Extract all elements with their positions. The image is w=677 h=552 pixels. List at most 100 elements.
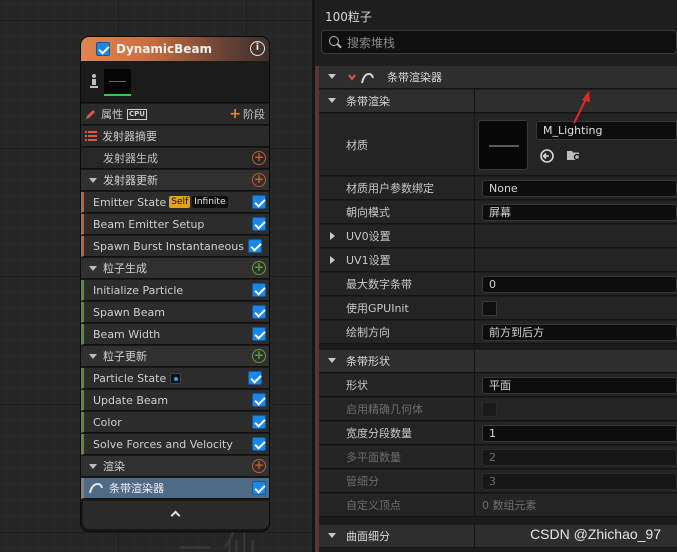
stage-particle-update[interactable]: 粒子更新 + [81, 346, 269, 367]
section-label: 条带形状 [346, 355, 390, 368]
collapse-icon[interactable] [328, 533, 336, 538]
module-color[interactable]: Color [81, 412, 269, 433]
module-update-beam[interactable]: Update Beam [81, 390, 269, 411]
module-enabled-checkbox[interactable] [248, 371, 262, 385]
category-label: 条带渲染器 [387, 71, 442, 84]
emitter-enabled-checkbox[interactable] [96, 42, 110, 56]
collapse-icon[interactable] [89, 463, 97, 469]
stage-label: 发射器生成 [103, 152, 158, 165]
section-ribbon-rendering[interactable]: 条带渲染 [319, 90, 677, 113]
module-enabled-checkbox[interactable] [252, 327, 266, 341]
module-solve-forces[interactable]: Solve Forces and Velocity [81, 434, 269, 455]
module-initialize-particle[interactable]: Initialize Particle [81, 280, 269, 301]
collapse-icon[interactable] [89, 265, 97, 271]
module-spawn-burst[interactable]: Spawn Burst Instantaneous [81, 236, 269, 257]
multiplane-count-input[interactable]: 2 [482, 449, 677, 466]
accurate-geometry-checkbox[interactable] [482, 402, 497, 417]
add-module-button[interactable]: + [252, 261, 266, 275]
module-enabled-checkbox[interactable] [252, 305, 266, 319]
list-icon [85, 131, 97, 141]
property-uv1-settings[interactable]: UV1设置 [319, 249, 677, 272]
search-icon [329, 36, 341, 48]
property-label: 启用精确几何体 [346, 403, 423, 416]
collapse-node-button[interactable] [83, 501, 269, 529]
info-icon[interactable]: i [250, 41, 265, 56]
ribbon-icon [89, 482, 103, 494]
expand-icon[interactable] [330, 256, 335, 264]
tube-subdivisions-input[interactable]: 3 [482, 473, 677, 490]
stage-label: 粒子生成 [103, 262, 147, 275]
property-label: 多平面数量 [346, 451, 401, 464]
material-thumbnail[interactable] [478, 120, 528, 170]
width-segmentation-input[interactable]: 1 [482, 425, 677, 442]
collapse-icon[interactable] [328, 358, 336, 363]
module-enabled-checkbox[interactable] [252, 217, 266, 231]
renderer-label: 条带渲染器 [109, 482, 164, 495]
module-enabled-checkbox[interactable] [252, 393, 266, 407]
property-custom-vertices: 自定义顶点 0 数组元素 [319, 494, 677, 517]
collapse-icon[interactable] [328, 74, 336, 79]
renderer-ribbon[interactable]: 条带渲染器 [81, 478, 269, 499]
module-particle-state[interactable]: Particle State [81, 368, 269, 389]
add-module-button[interactable]: + [252, 151, 266, 165]
module-enabled-checkbox[interactable] [248, 239, 262, 253]
max-ribbons-input[interactable]: 0 [482, 276, 677, 293]
section-label: 条带渲染 [346, 95, 390, 108]
use-selected-asset-icon[interactable] [540, 149, 554, 163]
stage-label: 粒子更新 [103, 350, 147, 363]
emitter-name: DynamicBeam [116, 42, 213, 56]
material-picker[interactable]: M_Lighting [536, 121, 677, 140]
emitter-summary-row[interactable]: 发射器摘要 [81, 126, 269, 147]
emitter-graph-canvas[interactable]: 一 仙 DynamicBeam i 属性 CPU + 阶段 发射器摘要 发射器生… [0, 0, 312, 552]
property-multiplane-count: 多平面数量 2 [319, 446, 677, 469]
add-renderer-button[interactable]: + [252, 459, 266, 473]
stage-render[interactable]: 渲染 + [81, 456, 269, 477]
module-label: Spawn Beam [93, 305, 165, 319]
module-enabled-checkbox[interactable] [252, 437, 266, 451]
module-spawn-beam[interactable]: Spawn Beam [81, 302, 269, 323]
property-accurate-geometry: 启用精确几何体 [319, 398, 677, 421]
property-max-ribbons: 最大数字条带 0 [319, 273, 677, 296]
module-emitter-state[interactable]: Emitter State Self Infinite [81, 192, 269, 213]
browse-asset-icon[interactable] [566, 148, 582, 162]
add-module-button[interactable]: + [252, 173, 266, 187]
use-gpu-init-checkbox[interactable] [482, 301, 497, 316]
module-beam-width[interactable]: Beam Width [81, 324, 269, 345]
property-label: 使用GPUInit [346, 302, 409, 315]
module-enabled-checkbox[interactable] [252, 195, 266, 209]
pencil-icon [86, 110, 95, 119]
collapse-icon[interactable] [89, 177, 97, 183]
param-binding-field[interactable]: None [482, 180, 677, 197]
add-module-button[interactable]: + [252, 349, 266, 363]
property-use-gpu-init: 使用GPUInit [319, 297, 677, 320]
stage-label: 发射器更新 [103, 174, 158, 187]
infinite-badge: Infinite [192, 196, 228, 208]
module-label: Solve Forces and Velocity [93, 437, 233, 451]
module-label: Color [93, 415, 122, 429]
emitter-node[interactable]: DynamicBeam i 属性 CPU + 阶段 发射器摘要 发射器生成 + … [80, 36, 270, 532]
property-label: 材质用户参数绑定 [346, 182, 434, 195]
facing-mode-dropdown[interactable]: 屏幕 [482, 204, 677, 221]
module-enabled-checkbox[interactable] [252, 283, 266, 297]
properties-row[interactable]: 属性 CPU + 阶段 [81, 104, 269, 125]
search-input[interactable]: 搜索堆栈 [321, 30, 677, 54]
stage-emitter-update[interactable]: 发射器更新 + [81, 170, 269, 191]
shape-dropdown[interactable]: 平面 [482, 377, 677, 394]
category-ribbon-renderer[interactable]: 条带渲染器 [319, 66, 677, 89]
module-enabled-checkbox[interactable] [252, 415, 266, 429]
add-stage-button[interactable]: + 阶段 [229, 106, 265, 122]
collapse-icon[interactable] [328, 98, 336, 103]
module-beam-emitter-setup[interactable]: Beam Emitter Setup [81, 214, 269, 235]
property-uv0-settings[interactable]: UV0设置 [319, 225, 677, 248]
emitter-node-header[interactable]: DynamicBeam i [81, 37, 269, 61]
collapse-icon[interactable] [89, 353, 97, 359]
property-list: 条带渲染器 条带渲染 材质 M_Lighting 材质用户参数绑定 None 朝… [315, 66, 677, 552]
stage-emitter-spawn[interactable]: 发射器生成 + [81, 148, 269, 169]
expand-icon[interactable] [330, 232, 335, 240]
renderer-enabled-checkbox[interactable] [252, 481, 266, 495]
section-ribbon-shape[interactable]: 条带形状 [319, 350, 677, 373]
stage-particle-spawn[interactable]: 粒子生成 + [81, 258, 269, 279]
draw-direction-dropdown[interactable]: 前方到后方 [482, 324, 677, 341]
emitter-summary-label: 发射器摘要 [102, 130, 157, 143]
renderer-icons [348, 72, 374, 84]
